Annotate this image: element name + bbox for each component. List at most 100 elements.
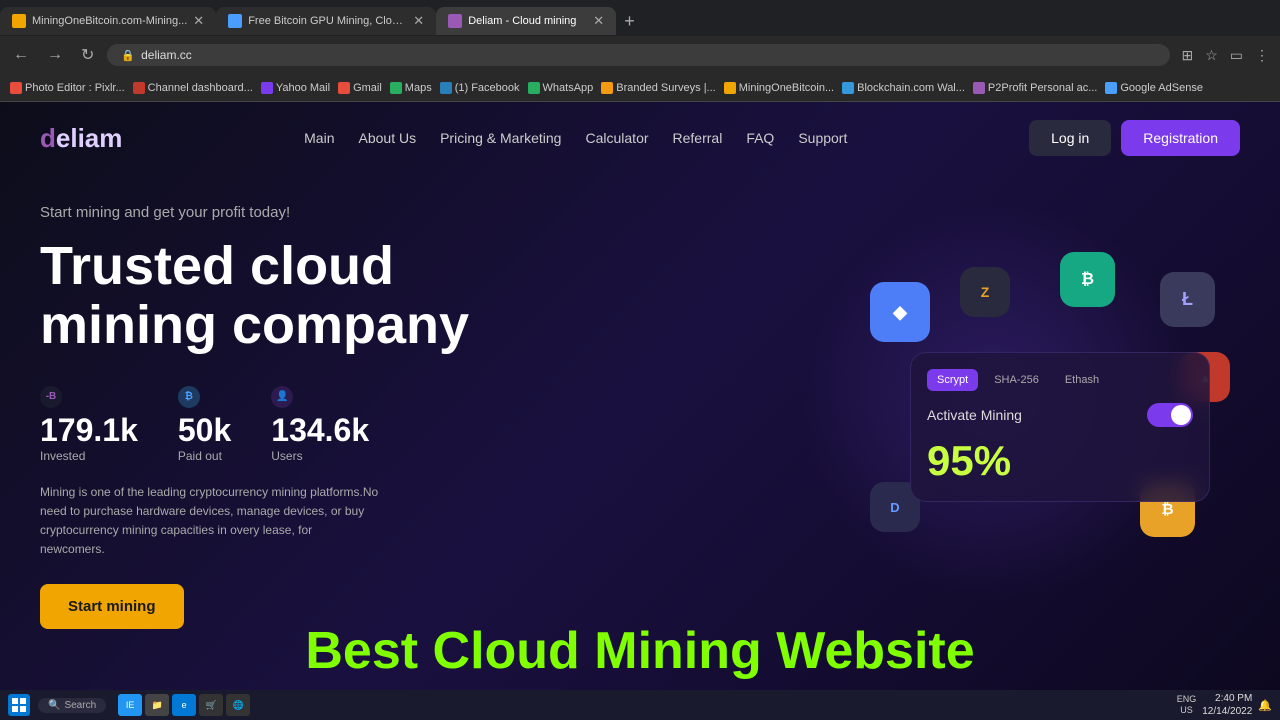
- nav-referral[interactable]: Referral: [673, 130, 723, 146]
- mining-toggle[interactable]: [1147, 403, 1193, 427]
- bookmark-blockchain[interactable]: Blockchain.com Wal...: [842, 82, 965, 94]
- taskbar-search-icon: 🔍: [48, 700, 60, 711]
- bookmark-favicon: [528, 82, 540, 94]
- logo-rest: eliam: [56, 123, 123, 153]
- windows-start-button[interactable]: [8, 694, 30, 716]
- bookmark-whatsapp[interactable]: WhatsApp: [528, 82, 594, 94]
- cast-icon[interactable]: ▭: [1227, 45, 1246, 66]
- nav-links: Main About Us Pricing & Marketing Calcul…: [304, 130, 847, 146]
- tab-favicon-1: [12, 14, 26, 28]
- tab-bar: MiningOneBitcoin.com-Mining... ✕ Free Bi…: [0, 0, 1280, 36]
- website-content: deliam Main About Us Pricing & Marketing…: [0, 102, 1280, 690]
- taskbar-app-2[interactable]: 📁: [145, 694, 169, 716]
- tab-close-3[interactable]: ✕: [593, 13, 604, 29]
- url-input[interactable]: 🔒 deliam.cc: [107, 44, 1170, 66]
- site-logo[interactable]: deliam: [40, 123, 122, 154]
- ssl-lock-icon: 🔒: [121, 49, 135, 62]
- nav-calculator[interactable]: Calculator: [585, 130, 648, 146]
- bookmark-mining[interactable]: MiningOneBitcoin...: [724, 82, 834, 94]
- stat-icon-1: -B: [40, 386, 62, 408]
- new-tab-button[interactable]: +: [616, 11, 643, 32]
- nav-faq[interactable]: FAQ: [746, 130, 774, 146]
- logo-d: d: [40, 123, 56, 153]
- bookmark-youtube[interactable]: Channel dashboard...: [133, 82, 253, 94]
- nav-pricing[interactable]: Pricing & Marketing: [440, 130, 561, 146]
- bookmark-pixlr[interactable]: Photo Editor : Pixlr...: [10, 82, 125, 94]
- mining-toggle-row: Activate Mining: [927, 403, 1193, 427]
- tab-title-2: Free Bitcoin GPU Mining, Cloud...: [248, 15, 407, 27]
- taskbar-search-text: Search: [64, 700, 96, 711]
- extensions-icon[interactable]: ⊞: [1178, 45, 1196, 66]
- bookmark-adsense[interactable]: Google AdSense: [1105, 82, 1203, 94]
- nav-buttons: Log in Registration: [1029, 120, 1240, 156]
- register-button[interactable]: Registration: [1121, 120, 1240, 156]
- bookmark-gmail[interactable]: Gmail: [338, 82, 382, 94]
- settings-icon[interactable]: ⋮: [1252, 45, 1272, 66]
- stat-value-users: 134.6k: [271, 412, 369, 449]
- tab-title-1: MiningOneBitcoin.com-Mining...: [32, 15, 187, 27]
- bookmark-favicon: [440, 82, 452, 94]
- bookmark-maps[interactable]: Maps: [390, 82, 432, 94]
- eth-icon: ◆: [870, 282, 930, 342]
- taskbar-app-1[interactable]: IE: [118, 694, 142, 716]
- browser-tab-2[interactable]: Free Bitcoin GPU Mining, Cloud... ✕: [216, 7, 436, 35]
- bookmark-surveys[interactable]: Branded Surveys |...: [601, 82, 715, 94]
- bookmark-favicon: [1105, 82, 1117, 94]
- nav-support[interactable]: Support: [798, 130, 847, 146]
- start-mining-button[interactable]: Start mining: [40, 584, 184, 629]
- mining-card: Scrypt SHA-256 Ethash Activate Mining 95…: [910, 352, 1210, 502]
- stat-label-invested: Invested: [40, 449, 138, 463]
- browser-tab-3[interactable]: Deliam - Cloud mining ✕: [436, 7, 616, 35]
- refresh-button[interactable]: ↻: [76, 43, 99, 67]
- browser-tab-1[interactable]: MiningOneBitcoin.com-Mining... ✕: [0, 7, 216, 35]
- url-text: deliam.cc: [141, 48, 192, 62]
- taskbar-app-edge[interactable]: e: [172, 694, 196, 716]
- taskbar: 🔍 Search IE 📁 e 🛒 🌐 ENGUS 2:40 PM12/14/2…: [0, 690, 1280, 720]
- stat-value-paidout: 50k: [178, 412, 231, 449]
- taskbar-notification-icon[interactable]: 🔔: [1258, 699, 1272, 712]
- taskbar-right: ENGUS 2:40 PM12/14/2022 🔔: [1177, 692, 1272, 718]
- mining-tab-scrypt[interactable]: Scrypt: [927, 369, 978, 391]
- bookmark-favicon: [842, 82, 854, 94]
- hero-description: Mining is one of the leading cryptocurre…: [40, 483, 380, 560]
- stat-paidout: ₿ 50k Paid out: [178, 386, 231, 463]
- mining-tabs: Scrypt SHA-256 Ethash: [927, 369, 1193, 391]
- tab-close-2[interactable]: ✕: [413, 13, 424, 29]
- hero-visual: ◆ Z ₿ Ł ▲ ₿ D Scrypt SHA-256 Ethash Acti…: [850, 252, 1230, 602]
- taskbar-language: ENGUS: [1177, 694, 1197, 716]
- nav-about[interactable]: About Us: [359, 130, 417, 146]
- star-icon[interactable]: ☆: [1202, 45, 1221, 66]
- mining-percent: 95%: [927, 437, 1193, 485]
- bookmark-favicon: [601, 82, 613, 94]
- address-bar: ← → ↻ 🔒 deliam.cc ⊞ ☆ ▭ ⋮: [0, 36, 1280, 74]
- hero-subtitle: Start mining and get your profit today!: [40, 204, 1240, 221]
- stat-invested: -B 179.1k Invested: [40, 386, 138, 463]
- btc-top-icon: ₿: [1060, 252, 1115, 307]
- bookmark-favicon: [338, 82, 350, 94]
- taskbar-app-store[interactable]: 🛒: [199, 694, 223, 716]
- tab-close-1[interactable]: ✕: [193, 13, 204, 29]
- hero-title: Trusted cloud mining company: [40, 237, 590, 356]
- stat-users: 👤 134.6k Users: [271, 386, 369, 463]
- bookmark-favicon: [724, 82, 736, 94]
- taskbar-search[interactable]: 🔍 Search: [38, 698, 106, 713]
- overlay-text: Best Cloud Mining Website: [0, 623, 1280, 680]
- bookmark-yahoo[interactable]: Yahoo Mail: [261, 82, 330, 94]
- login-button[interactable]: Log in: [1029, 120, 1111, 156]
- bookmark-facebook[interactable]: (1) Facebook: [440, 82, 520, 94]
- mining-tab-ethash[interactable]: Ethash: [1055, 369, 1109, 391]
- tab-title-3: Deliam - Cloud mining: [468, 15, 576, 27]
- ltc-icon: Ł: [1160, 272, 1215, 327]
- bookmark-favicon: [390, 82, 402, 94]
- bookmark-favicon: [261, 82, 273, 94]
- forward-button[interactable]: →: [42, 44, 68, 66]
- bookmark-p2profit[interactable]: P2Profit Personal ac...: [973, 82, 1097, 94]
- taskbar-app-chrome[interactable]: 🌐: [226, 694, 250, 716]
- navbar: deliam Main About Us Pricing & Marketing…: [0, 102, 1280, 174]
- mining-tab-sha[interactable]: SHA-256: [984, 369, 1049, 391]
- stat-icon-3: 👤: [271, 386, 293, 408]
- nav-main[interactable]: Main: [304, 130, 334, 146]
- toggle-circle: [1171, 405, 1191, 425]
- back-button[interactable]: ←: [8, 44, 34, 66]
- taskbar-datetime: 2:40 PM12/14/2022: [1202, 692, 1252, 718]
